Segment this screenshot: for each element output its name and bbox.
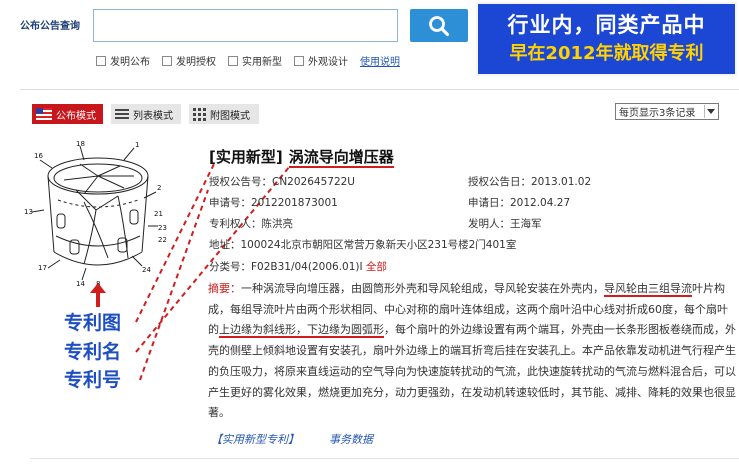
drawing-label: 2	[157, 184, 161, 192]
search-button[interactable]	[410, 9, 468, 42]
help-link[interactable]: 使用说明	[360, 53, 400, 68]
promo-banner: 行业内，同类产品中 早在2012年就取得专利	[476, 2, 737, 76]
divider	[20, 89, 739, 90]
abstract-label: 摘要：	[208, 282, 241, 295]
option-design[interactable]: 外观设计	[294, 53, 348, 68]
all-classifications-link[interactable]: 全部	[366, 261, 387, 273]
option-invention-publication[interactable]: 发明公布	[96, 53, 150, 68]
annotation-patent-drawing: 专利图	[64, 312, 122, 334]
patent-drawing[interactable]: 16 18 1 2 13 21 23 22 17 14 8 24	[24, 140, 172, 290]
divider	[30, 458, 739, 459]
option-utility-model[interactable]: 实用新型	[228, 53, 282, 68]
drawing-label: 23	[158, 224, 167, 232]
drawing-label: 17	[38, 264, 47, 272]
chevron-down-icon	[704, 105, 716, 118]
search-input[interactable]	[93, 9, 398, 42]
arrow-up-icon	[90, 283, 106, 307]
annotation-patent-number: 专利号	[64, 369, 122, 391]
option-invention-grant[interactable]: 发明授权	[162, 53, 216, 68]
checkbox[interactable]	[162, 55, 172, 66]
checkbox[interactable]	[228, 55, 238, 66]
per-page-select[interactable]: 每页显示3条记录	[615, 103, 719, 120]
utility-model-link[interactable]: 【实用新型专利】	[211, 433, 299, 446]
search-icon	[429, 15, 450, 36]
abstract: 摘要：一种涡流导向增压器，由圆筒形外壳和导风轮组成，导风轮安装在外壳内，导风轮由…	[208, 282, 736, 420]
flag-icon	[36, 108, 52, 120]
annotation-patent-name: 专利名	[64, 341, 122, 363]
grant-publication-number: 授权公告号：CN202645722U	[209, 176, 355, 188]
record-name[interactable]: 涡流导向增压器	[288, 148, 394, 168]
drawing-label: 14	[76, 280, 85, 288]
record-type: [实用新型]	[209, 148, 283, 166]
classification-code: 分类号：F02B31/04(2006.01)I	[209, 261, 363, 273]
application-number: 申请号：2012201873001	[209, 197, 338, 209]
search-label: 公布公告查询	[20, 21, 80, 32]
checkbox[interactable]	[294, 55, 304, 66]
classification: 分类号：F02B31/04(2006.01)I 全部	[209, 259, 387, 274]
drawing-label: 13	[24, 208, 33, 216]
tab-gazette-mode[interactable]: 公布模式	[32, 104, 103, 124]
tab-list-mode[interactable]: 列表模式	[111, 104, 181, 124]
checkbox[interactable]	[96, 55, 106, 66]
list-icon	[115, 108, 129, 120]
highlight-underline: 导风轮由三组导流	[604, 282, 692, 297]
drawing-label: 22	[158, 236, 167, 244]
patentee: 专利权人：陈洪亮	[209, 218, 293, 230]
banner-line-2: 早在2012年就取得专利	[509, 43, 704, 64]
record-title[interactable]: [实用新型] 涡流导向增压器	[209, 146, 394, 168]
affairs-data-link[interactable]: 事务数据	[329, 433, 373, 446]
search-type-options: 发明公布 发明授权 实用新型 外观设计 使用说明	[96, 53, 400, 68]
banner-line-1: 行业内，同类产品中	[507, 13, 706, 37]
grid-icon	[193, 107, 206, 121]
drawing-label: 16	[34, 152, 43, 160]
drawing-label: 1	[135, 141, 139, 149]
highlight-underline: 上边缘为斜线形，下边缘为圆弧形	[219, 323, 384, 339]
inventor: 发明人：王海军	[468, 218, 542, 230]
drawing-label: 24	[142, 266, 151, 274]
address: 地址：100024北京市朝阳区常营万象新天小区231号楼2门401室	[209, 239, 517, 251]
drawing-label: 18	[76, 140, 85, 148]
drawing-label: 21	[154, 210, 163, 218]
application-date: 申请日：2012.04.27	[468, 197, 571, 209]
grant-publication-date: 授权公告日：2013.01.02	[468, 176, 592, 188]
record-links: 【实用新型专利】 事务数据	[211, 431, 403, 447]
tab-thumbnail-mode[interactable]: 附图模式	[189, 104, 259, 124]
